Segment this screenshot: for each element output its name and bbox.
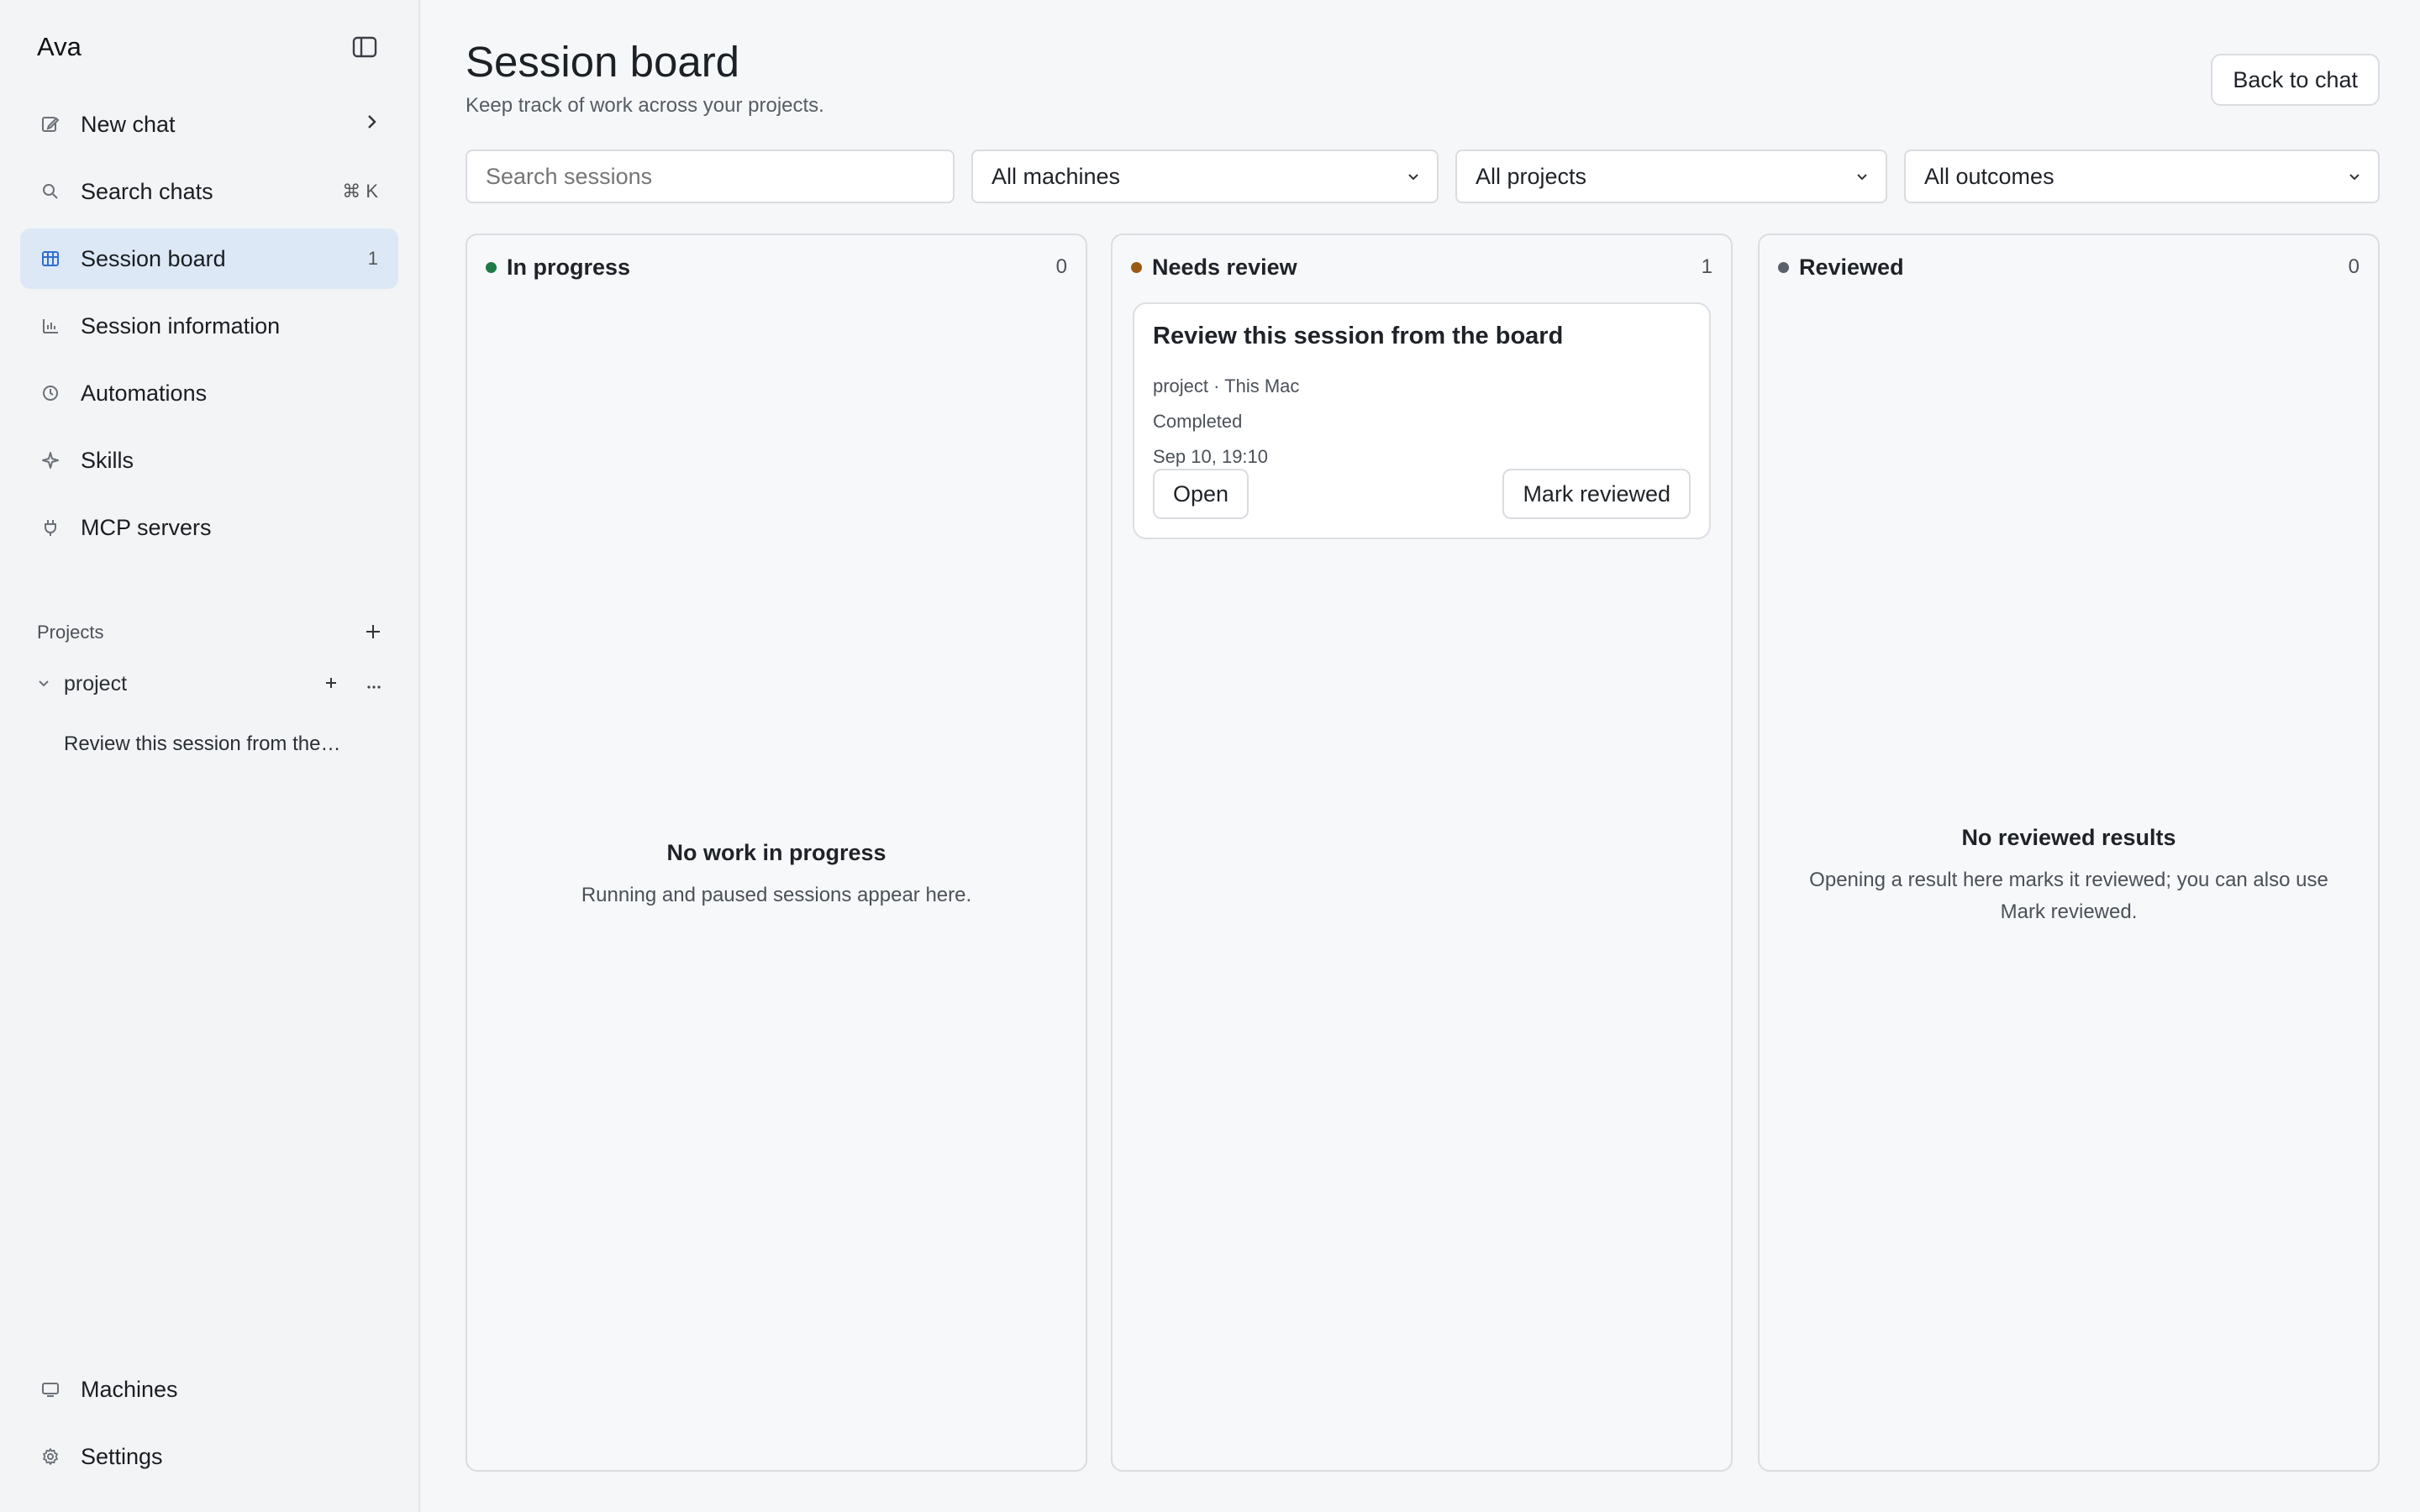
sidebar-item-label: Settings [81, 1443, 163, 1469]
sidebar-item-label: Search chats [81, 178, 213, 204]
column-in-progress: In progress 0 No work in progress Runnin… [466, 234, 1087, 1472]
plug-icon [39, 516, 62, 539]
column-header: Needs review 1 [1113, 235, 1731, 299]
projects-label: Projects [37, 622, 104, 643]
projects-select-value: All projects [1476, 163, 1587, 189]
chevron-down-icon[interactable] [37, 675, 55, 693]
project-name: project [64, 671, 128, 696]
machines-select[interactable]: All machines [971, 150, 1439, 203]
column-count: 1 [1701, 255, 1712, 278]
sidebar-item-label: MCP servers [81, 514, 212, 540]
column-header: Reviewed 0 [1760, 235, 2378, 299]
sidebar-header: Ava [20, 0, 398, 94]
projects-section-header: Projects [20, 612, 398, 654]
shortcut-hint: ⌘ K [342, 181, 378, 202]
machines-select-value: All machines [992, 163, 1121, 189]
empty-state: No work in progress Running and paused s… [467, 840, 1086, 911]
column-title: In progress [507, 254, 631, 280]
empty-state-text: Opening a result here marks it reviewed;… [1809, 869, 2328, 923]
monitor-icon [39, 1378, 62, 1401]
ellipsis-icon [367, 685, 381, 689]
column-count: 0 [1055, 255, 1067, 278]
chevron-down-icon [1408, 174, 1418, 181]
search-input[interactable] [466, 150, 955, 203]
column-title: Needs review [1152, 254, 1297, 280]
empty-state-title: No reviewed results [1961, 825, 2176, 850]
gear-icon [39, 1445, 62, 1468]
project-item[interactable]: project [20, 654, 398, 714]
session-card[interactable]: Review this session from the board proje… [1133, 302, 1711, 539]
page-title: Session board [466, 38, 740, 86]
sidebar-toggle-icon [352, 36, 377, 58]
back-to-chat-button[interactable]: Back to chat [2211, 54, 2380, 106]
sidebar-item-settings[interactable]: Settings [20, 1426, 398, 1487]
plus-icon [326, 678, 336, 688]
board-columns: In progress 0 No work in progress Runnin… [466, 234, 2380, 1472]
outcomes-select-value: All outcomes [1924, 163, 2054, 189]
status-dot [486, 261, 497, 273]
project-session-item[interactable]: Review this session from the… [20, 714, 398, 774]
bar-chart-icon [39, 314, 62, 338]
count-badge: 1 [367, 248, 378, 269]
sidebar-item-label: Session information [81, 312, 281, 339]
page-header: Session board Keep track of work across … [466, 0, 2380, 141]
status-dot [1131, 261, 1142, 273]
empty-state: No reviewed results Opening a result her… [1760, 825, 2378, 928]
status-dot [1778, 261, 1789, 273]
sidebar-item-session-information[interactable]: Session information [20, 296, 398, 356]
column-title: Reviewed [1799, 254, 1904, 280]
sidebar-item-label: Automations [81, 380, 208, 406]
chevron-down-icon [2349, 174, 2360, 181]
column-count: 0 [2348, 255, 2360, 278]
sidebar-item-machines[interactable]: Machines [20, 1359, 398, 1420]
outcomes-select[interactable]: All outcomes [1904, 150, 2380, 203]
add-project-button[interactable] [365, 621, 381, 644]
clock-icon [39, 381, 62, 405]
column-reviewed: Reviewed 0 No reviewed results Opening a… [1758, 234, 2380, 1472]
session-card-title: Review this session from the board [1153, 323, 1564, 349]
empty-state-title: No work in progress [666, 840, 886, 865]
sparkle-icon [39, 449, 62, 472]
search-icon [39, 180, 62, 203]
sidebar-footer: Machines Settings [20, 1359, 398, 1494]
column-needs-review: Needs review 1 Review this session from … [1111, 234, 1733, 1472]
sidebar-item-label: Machines [81, 1376, 178, 1402]
sidebar-item-search-chats[interactable]: Search chats ⌘ K [20, 161, 398, 222]
sidebar-item-new-chat[interactable]: New chat [20, 94, 398, 155]
sidebar-item-label: Session board [81, 245, 226, 271]
empty-state-text: Running and paused sessions appear here. [581, 884, 972, 906]
filter-bar: All machines All projects All outcomes [466, 150, 2380, 203]
new-session-in-project-button[interactable] [324, 672, 338, 696]
plus-icon [366, 625, 380, 638]
sidebar-item-session-board[interactable]: Session board 1 [20, 228, 398, 289]
sidebar-item-skills[interactable]: Skills [20, 430, 398, 491]
sidebar-item-label: Skills [81, 447, 134, 473]
sidebar: Ava New chat Search chats ⌘ K Session bo… [0, 0, 420, 1512]
sidebar-item-label: New chat [81, 111, 176, 137]
session-card-status: Completed [1153, 411, 1243, 432]
chevron-down-icon [1857, 174, 1867, 181]
projects-select[interactable]: All projects [1455, 150, 1887, 203]
project-more-button[interactable] [366, 672, 381, 696]
open-button[interactable]: Open [1153, 469, 1249, 519]
board-icon [39, 247, 62, 270]
sidebar-nav: New chat Search chats ⌘ K Session board … [20, 94, 398, 558]
sidebar-item-automations[interactable]: Automations [20, 363, 398, 423]
chevron-right-icon [365, 113, 378, 135]
session-card-meta: project · This Mac [1153, 375, 1300, 396]
page-subtitle: Keep track of work across your projects. [466, 94, 824, 117]
sidebar-toggle-button[interactable] [348, 30, 381, 64]
mark-reviewed-button[interactable]: Mark reviewed [1502, 469, 1691, 519]
compose-icon [39, 113, 62, 136]
sidebar-item-mcp-servers[interactable]: MCP servers [20, 497, 398, 558]
app-name: Ava [37, 32, 82, 61]
column-header: In progress 0 [467, 235, 1086, 299]
